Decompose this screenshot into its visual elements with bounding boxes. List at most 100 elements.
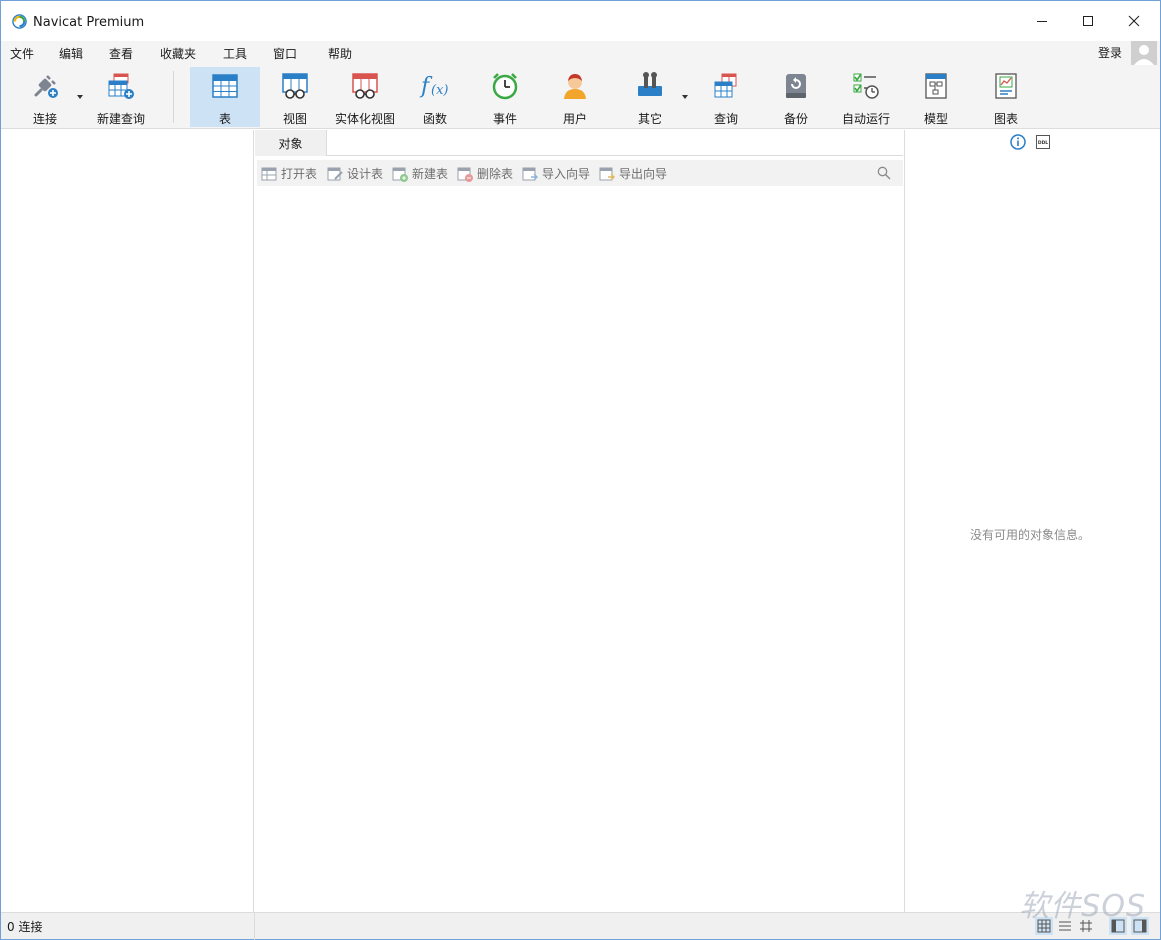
minimize-icon — [1037, 21, 1047, 22]
design-table-button[interactable]: 设计表 — [327, 165, 383, 182]
new-table-label: 新建表 — [412, 167, 449, 181]
new-table-icon — [392, 167, 408, 182]
maximize-button[interactable] — [1065, 1, 1111, 41]
avatar[interactable] — [1131, 41, 1157, 65]
search-icon[interactable] — [877, 166, 891, 180]
table-label: 表 — [218, 112, 231, 126]
menu-bar: 文件 编辑 查看 收藏夹 工具 窗口 帮助 登录 — [1, 41, 1160, 65]
app-window: Navicat Premium 文件 编辑 查看 收藏夹 工具 窗口 帮助 登录 — [0, 0, 1161, 940]
new-table-button[interactable]: 新建表 — [392, 165, 448, 182]
query-icon — [714, 73, 737, 98]
menu-view[interactable]: 查看 — [109, 45, 133, 62]
login-link[interactable]: 登录 — [1098, 44, 1122, 61]
object-toolbar: 打开表 设计表 新建表 删除表 导入向导 导出向导 — [257, 160, 903, 186]
materialized-view-button[interactable]: 实体化视图 — [332, 67, 398, 127]
model-icon — [925, 73, 947, 99]
chart-button[interactable]: 图表 — [976, 67, 1036, 127]
import-wizard-button[interactable]: 导入向导 — [522, 165, 590, 182]
alarm-clock-icon — [492, 73, 518, 100]
export-wizard-label: 导出向导 — [619, 167, 668, 181]
title-bar: Navicat Premium — [1, 1, 1160, 41]
model-label: 模型 — [923, 112, 948, 126]
window-title: Navicat Premium — [33, 15, 145, 30]
empty-info-message: 没有可用的对象信息。 — [969, 528, 1090, 542]
open-table-label: 打开表 — [281, 167, 318, 181]
menu-tools[interactable]: 工具 — [223, 45, 247, 62]
import-wizard-label: 导入向导 — [542, 167, 591, 181]
main-toolbar: 连接 新建查询 表 视图 实体化视图 f (x) 函数 事件 用户 其它 查询 … — [1, 65, 1160, 129]
object-info-pane: DDL 没有可用的对象信息。 — [906, 130, 1160, 912]
other-label: 其它 — [637, 112, 662, 126]
model-button[interactable]: 模型 — [906, 67, 966, 127]
delete-table-label: 删除表 — [477, 167, 514, 181]
chart-icon — [995, 73, 1017, 99]
info-icon[interactable] — [1010, 134, 1026, 150]
table-button[interactable]: 表 — [190, 67, 260, 127]
function-button[interactable]: f (x) 函数 — [405, 67, 465, 127]
menu-favorites[interactable]: 收藏夹 — [160, 45, 196, 62]
status-bar: 0 连接 — [1, 912, 1160, 940]
import-icon — [522, 167, 538, 180]
chevron-down-icon — [682, 95, 688, 99]
export-wizard-button[interactable]: 导出向导 — [599, 165, 667, 182]
connection-tree-pane[interactable] — [2, 130, 254, 912]
connect-dropdown-arrow[interactable] — [76, 93, 84, 101]
navicat-logo-icon — [12, 14, 27, 29]
backup-label: 备份 — [783, 112, 808, 126]
export-icon — [599, 167, 615, 180]
delete-table-icon — [457, 167, 473, 182]
objects-pane: 对象 打开表 设计表 新建表 删除表 导入向导 导出向导 — [255, 130, 905, 912]
materialized-view-label: 实体化视图 — [334, 112, 395, 126]
backup-icon — [786, 74, 806, 98]
view-label: 视图 — [282, 112, 307, 126]
menu-help[interactable]: 帮助 — [328, 45, 352, 62]
open-table-button[interactable]: 打开表 — [261, 165, 317, 182]
open-table-icon — [261, 167, 277, 180]
design-table-icon — [327, 167, 343, 180]
menu-window[interactable]: 窗口 — [273, 45, 297, 62]
status-divider — [254, 913, 255, 940]
menu-edit[interactable]: 编辑 — [59, 45, 83, 62]
query-label: 查询 — [713, 112, 738, 126]
menu-file[interactable]: 文件 — [10, 45, 34, 62]
new-query-icon — [108, 73, 134, 99]
plug-icon — [34, 75, 58, 98]
delete-table-button[interactable]: 删除表 — [457, 165, 513, 182]
function-fx-icon: f (x) — [419, 74, 448, 99]
materialized-view-icon — [352, 73, 378, 99]
user-label: 用户 — [562, 112, 587, 126]
event-label: 事件 — [492, 112, 517, 126]
close-button[interactable] — [1111, 1, 1157, 41]
event-button[interactable]: 事件 — [475, 67, 535, 127]
new-query-label: 新建查询 — [96, 112, 145, 126]
ddl-icon[interactable]: DDL — [1036, 135, 1050, 149]
function-label: 函数 — [422, 112, 447, 126]
table-icon — [212, 74, 238, 98]
connect-button[interactable]: 连接 — [23, 67, 67, 127]
view-button[interactable]: 视图 — [265, 67, 325, 127]
toolbar-separator — [173, 71, 174, 123]
watermark: 软件SOS — [1019, 889, 1146, 924]
tools-icon — [638, 72, 662, 96]
automation-checklist-icon — [853, 73, 879, 99]
chart-label: 图表 — [993, 112, 1018, 126]
close-icon — [1128, 15, 1140, 27]
connect-label: 连接 — [32, 112, 57, 126]
backup-button[interactable]: 备份 — [766, 67, 826, 127]
design-table-label: 设计表 — [347, 167, 384, 181]
maximize-icon — [1083, 16, 1093, 26]
svg-text:DDL: DDL — [1038, 140, 1048, 146]
query-button[interactable]: 查询 — [696, 67, 756, 127]
tab-bar: 对象 — [255, 130, 903, 156]
other-button[interactable]: 其它 — [620, 67, 680, 127]
other-dropdown-arrow[interactable] — [681, 93, 689, 101]
automation-button[interactable]: 自动运行 — [836, 67, 896, 127]
user-avatar-icon — [1134, 45, 1154, 65]
svg-text:(x): (x) — [431, 83, 448, 98]
automation-label: 自动运行 — [841, 112, 890, 126]
minimize-button[interactable] — [1019, 1, 1065, 41]
chevron-down-icon — [77, 95, 83, 99]
new-query-button[interactable]: 新建查询 — [91, 67, 151, 127]
user-button[interactable]: 用户 — [545, 67, 605, 127]
tab-objects[interactable]: 对象 — [255, 130, 327, 156]
